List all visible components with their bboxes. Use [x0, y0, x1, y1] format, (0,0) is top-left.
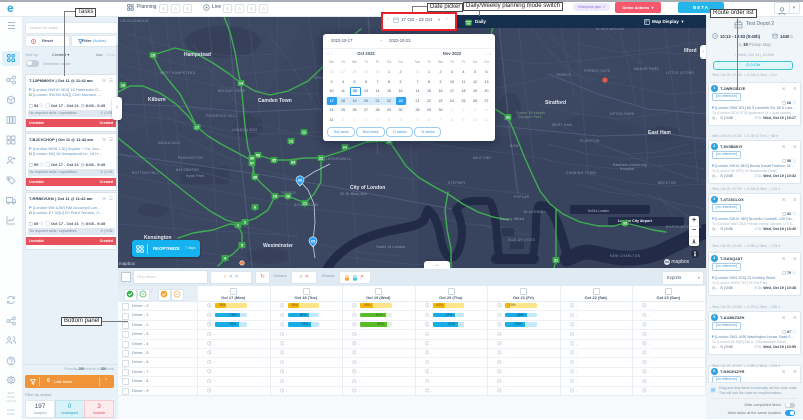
svg-text:17: 17: [195, 125, 199, 129]
svg-text:CANNING TOWN: CANNING TOWN: [566, 171, 596, 175]
svg-text:BELSIZE PARK: BELSIZE PARK: [218, 89, 246, 93]
svg-text:MANOR PARK: MANOR PARK: [634, 67, 660, 71]
svg-text:NOTTING HILL: NOTTING HILL: [132, 171, 159, 175]
svg-text:35: 35: [272, 158, 276, 162]
svg-text:6ba0c: 6ba0c: [7, 412, 16, 416]
svg-text:32: 32: [506, 115, 510, 119]
svg-text:MILE END: MILE END: [473, 156, 492, 160]
svg-text:2: 2: [244, 220, 246, 224]
svg-text:PLAISTOW: PLAISTOW: [580, 139, 600, 143]
svg-text:Olympic Park: Olympic Park: [518, 115, 542, 119]
svg-text:PRIMROSE HILL: PRIMROSE HILL: [206, 114, 236, 118]
svg-text:6: 6: [254, 205, 256, 209]
svg-text:58: 58: [256, 153, 260, 157]
svg-text:22: 22: [319, 156, 323, 160]
svg-text:Westminster: Westminster: [263, 243, 293, 249]
svg-text:Hampstead: Hampstead: [184, 52, 211, 58]
svg-text:WEST HAM: WEST HAM: [552, 123, 572, 127]
svg-text:NEW CHARLTON: NEW CHARLTON: [610, 254, 641, 258]
svg-text:CLERKENWELL: CLERKENWELL: [323, 157, 351, 161]
svg-text:65: 65: [311, 239, 315, 243]
svg-text:30 St Mary Axe: 30 St Mary Axe: [340, 192, 367, 196]
svg-text:BECKTON: BECKTON: [658, 181, 676, 185]
svg-text:LONDON ZOO: LONDON ZOO: [232, 128, 258, 132]
svg-text:STEPNEY: STEPNEY: [448, 181, 466, 185]
svg-text:PADDINGTON: PADDINGTON: [178, 156, 203, 160]
svg-text:16: 16: [121, 83, 125, 87]
svg-text:1: 1: [237, 223, 239, 227]
svg-text:UPTON PARK: UPTON PARK: [610, 112, 635, 116]
svg-text:13: 13: [289, 139, 293, 143]
svg-text:CRICKLEWOOD: CRICKLEWOOD: [120, 19, 149, 23]
svg-text:Canary Wharf: Canary Wharf: [500, 217, 524, 221]
svg-text:POPLAR: POPLAR: [514, 195, 530, 199]
svg-text:MAIDA VALE: MAIDA VALE: [158, 141, 181, 145]
svg-text:ExCeL London: ExCeL London: [588, 209, 609, 213]
svg-text:LITTLE ILFORD: LITTLE ILFORD: [666, 71, 695, 75]
svg-text:31: 31: [554, 258, 558, 262]
svg-text:WEST HAMPSTEAD: WEST HAMPSTEAD: [160, 71, 196, 75]
svg-text:15: 15: [151, 53, 155, 57]
svg-text:21: 21: [303, 201, 307, 205]
svg-text:BOW: BOW: [510, 144, 519, 148]
svg-text:Kilburn: Kilburn: [148, 97, 166, 103]
svg-text:Tower of London: Tower of London: [376, 245, 406, 249]
svg-text:26: 26: [286, 194, 290, 198]
svg-text:19: 19: [273, 194, 277, 198]
svg-text:Ilford: Ilford: [684, 48, 697, 54]
svg-text:Stratford: Stratford: [545, 100, 566, 106]
svg-text:38: 38: [253, 175, 257, 179]
svg-text:v14.0.0: v14.0.0: [6, 399, 16, 403]
svg-text:36: 36: [250, 156, 254, 160]
svg-text:ISLE OF DOGS: ISLE OF DOGS: [508, 238, 535, 242]
svg-text:BLACKWALL: BLACKWALL: [524, 210, 547, 214]
svg-text:Hyde Park: Hyde Park: [186, 174, 204, 178]
svg-text:12: 12: [302, 130, 306, 134]
svg-text:BAYSWATER: BAYSWATER: [176, 168, 199, 172]
svg-text:33: 33: [623, 221, 627, 225]
svg-text:FOREST GATE: FOREST GATE: [584, 69, 611, 73]
svg-text:TEMPLE: TEMPLE: [556, 73, 571, 77]
svg-text:68: 68: [298, 178, 302, 182]
svg-text:City of London: City of London: [350, 185, 385, 191]
svg-text:Hospital: Hospital: [620, 167, 635, 171]
svg-text:Camden Town: Camden Town: [258, 98, 292, 104]
svg-text:37: 37: [250, 161, 254, 165]
svg-text:East Ham: East Ham: [648, 130, 671, 136]
svg-text:5: 5: [241, 243, 243, 247]
